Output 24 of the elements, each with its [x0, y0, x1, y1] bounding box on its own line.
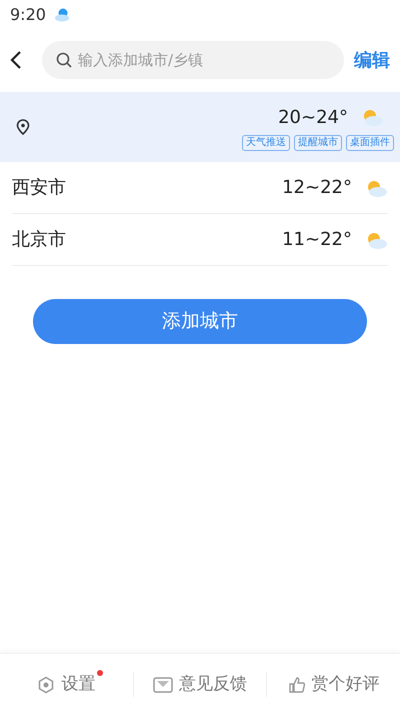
current-location-row[interactable]: 20~24° 天气推送 提醒城市 桌面插件 — [0, 92, 400, 162]
city-name: 西安市 — [12, 176, 67, 200]
feature-tag[interactable]: 天气推送 — [242, 134, 290, 150]
feature-tag[interactable]: 提醒城市 — [294, 134, 342, 150]
temperature-range: 12~22° — [282, 176, 352, 200]
location-pin-icon — [16, 119, 30, 135]
footer-button[interactable]: 意见反馈 — [153, 672, 247, 698]
temperature-range: 11~22° — [282, 228, 352, 252]
envelope-icon — [153, 676, 173, 692]
city-name: 北京市 — [12, 228, 67, 252]
settings-icon — [37, 676, 56, 694]
edit-button[interactable]: 编辑 — [354, 46, 390, 74]
footer-button[interactable]: 赏个好评 — [288, 672, 380, 698]
temperature-range: 20~24° — [278, 106, 348, 130]
feature-tag[interactable]: 桌面插件 — [346, 134, 394, 150]
search-icon — [56, 52, 72, 68]
city-row[interactable]: 西安市 12~22° — [12, 162, 388, 214]
city-row[interactable]: 北京市 11~22° — [12, 214, 388, 266]
weather-app-icon — [54, 8, 70, 22]
status-time: 9:20 — [10, 4, 46, 26]
thumbs-up-icon — [288, 676, 306, 694]
footer-button[interactable]: 设置 — [37, 672, 96, 698]
add-city-button[interactable]: 添加城市 — [33, 299, 367, 344]
search-field[interactable]: 输入添加城市/乡镇 — [42, 41, 344, 79]
